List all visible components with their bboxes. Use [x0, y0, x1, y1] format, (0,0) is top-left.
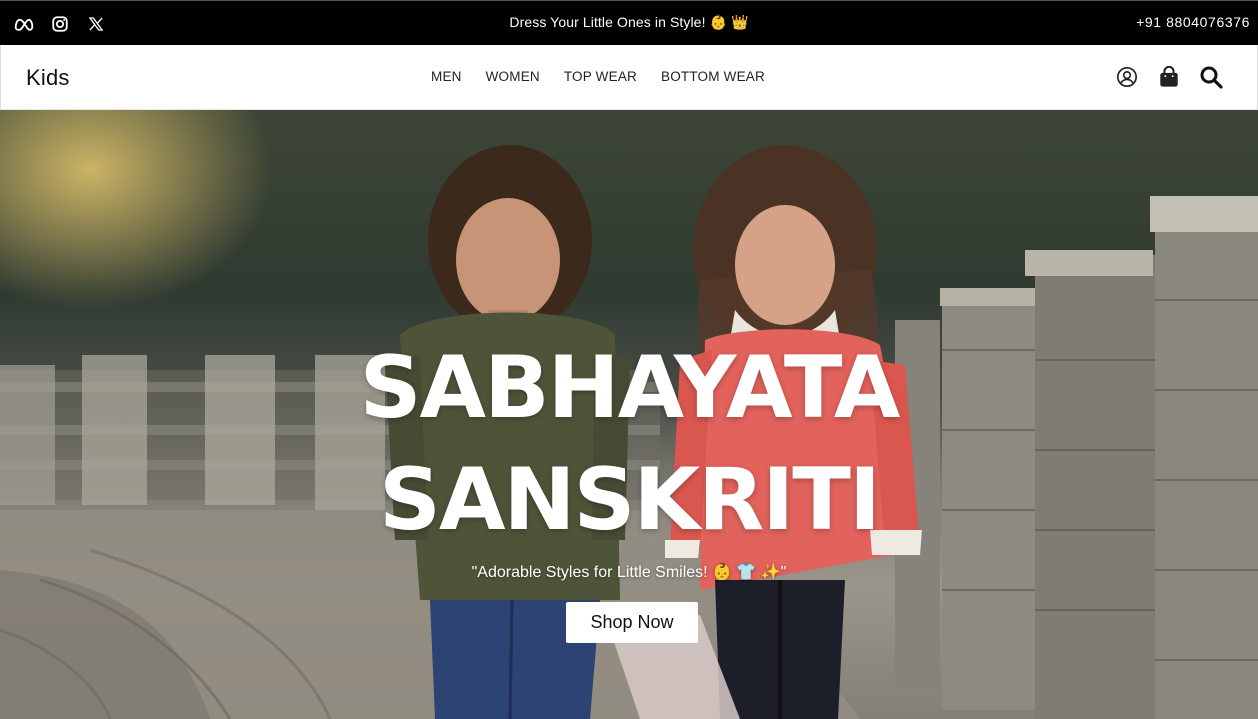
brand-logo[interactable]: Kids	[26, 65, 70, 91]
nav-icons	[1115, 65, 1223, 89]
hero-title-line-2: SANSKRITI	[379, 450, 881, 550]
search-icon[interactable]	[1199, 65, 1223, 89]
nav-link-top-wear[interactable]: TOP WEAR	[564, 69, 637, 84]
phone-number[interactable]: +91 8804076376	[1136, 14, 1250, 30]
hero-content: SABHAYATA SANSKRITI "Adorable Styles for…	[0, 110, 1258, 719]
shopping-bag-icon[interactable]	[1157, 65, 1181, 89]
user-icon[interactable]	[1115, 65, 1139, 89]
nav-links: MEN WOMEN TOP WEAR BOTTOM WEAR	[431, 69, 765, 84]
hero-title-line-1: SABHAYATA	[359, 338, 901, 438]
hero-tagline: "Adorable Styles for Little Smiles! 👶 👕 …	[471, 564, 787, 581]
hero-banner: SABHAYATA SANSKRITI "Adorable Styles for…	[0, 110, 1258, 719]
promo-text: Dress Your Little Ones in Style! 👶 👑	[509, 14, 749, 30]
announcement-bar: Dress Your Little Ones in Style! 👶 👑 +91…	[0, 0, 1258, 45]
hero-title: SABHAYATA SANSKRITI	[0, 332, 1258, 556]
shop-now-button[interactable]: Shop Now	[566, 602, 698, 643]
nav-link-men[interactable]: MEN	[431, 69, 462, 84]
nav-link-bottom-wear[interactable]: BOTTOM WEAR	[661, 69, 765, 84]
main-navbar: Kids MEN WOMEN TOP WEAR BOTTOM WEAR	[0, 45, 1258, 110]
nav-link-women[interactable]: WOMEN	[486, 69, 540, 84]
